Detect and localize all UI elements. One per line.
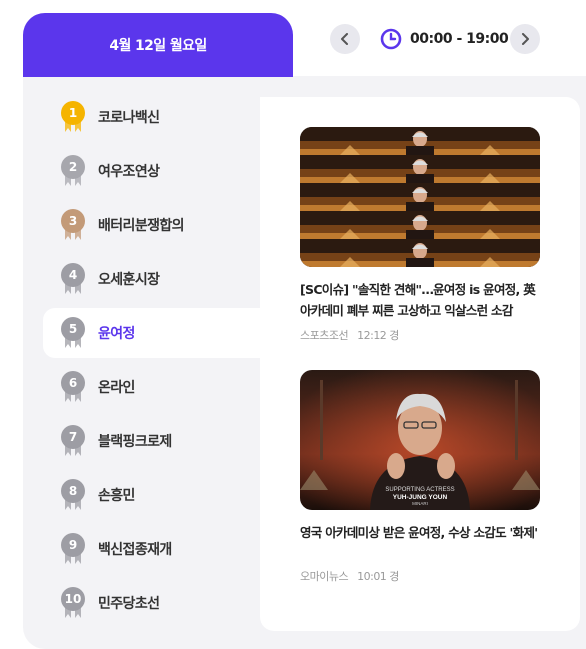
ranking-label: 블랙핑크로제	[98, 434, 172, 450]
ranking-item[interactable]: 6 온라인	[43, 362, 260, 412]
ranking-label: 배터리분쟁합의	[98, 218, 185, 234]
rank-number: 10	[61, 587, 85, 611]
ranking-label: 손흥민	[98, 488, 135, 504]
rank-number: 7	[61, 425, 85, 449]
ranking-label: 온라인	[98, 380, 135, 396]
article-headline[interactable]: 영국 아카데미상 받은 윤여정, 수상 소감도 '화제'	[300, 522, 540, 543]
ranking-label: 민주당초선	[98, 596, 160, 612]
thumbnail-caption-3: MINARI	[412, 501, 428, 506]
rank-number: 6	[61, 371, 85, 395]
rank-medal-icon: 7	[60, 425, 88, 457]
date-label: 4월 12일 월요일	[109, 38, 207, 54]
rank-medal-icon: 1	[60, 101, 88, 133]
rank-number: 2	[61, 155, 85, 179]
rank-number: 1	[61, 101, 85, 125]
clock-icon	[380, 28, 402, 50]
rank-medal-icon: 9	[60, 533, 88, 565]
rank-number: 8	[61, 479, 85, 503]
article-source: 스포츠조선	[300, 329, 349, 342]
ranking-label: 여우조연상	[98, 164, 160, 180]
ranking-label: 백신접종재개	[98, 542, 172, 558]
ranking-list: 1 코로나백신 2 여우조연상 3 배터리분쟁합의 4 오세훈시장 5 윤여정 6 온라인 7 블랙핑크로…	[43, 92, 263, 632]
ranking-item[interactable]: 1 코로나백신	[43, 92, 260, 142]
ranking-item[interactable]: 8 손흥민	[43, 470, 260, 520]
article-meta: 오마이뉴스 10:01 경	[300, 568, 540, 584]
article-source: 오마이뉴스	[300, 570, 349, 583]
ranking-label: 윤여정	[98, 326, 135, 342]
ranking-item[interactable]: 10 민주당초선	[43, 578, 260, 628]
ranking-item[interactable]: 9 백신접종재개	[43, 524, 260, 574]
article-meta: 스포츠조선 12:12 경	[300, 327, 540, 343]
chevron-left-icon	[341, 33, 348, 45]
article-time: 12:12 경	[357, 329, 399, 342]
ranking-item[interactable]: 7 블랙핑크로제	[43, 416, 260, 466]
ranking-item[interactable]: 4 오세훈시장	[43, 254, 260, 304]
article-thumbnail[interactable]: SUPPORTING ACTRESS YUH-JUNG YOUN MINARI	[300, 370, 540, 510]
ranking-item[interactable]: 2 여우조연상	[43, 146, 260, 196]
rank-medal-icon: 8	[60, 479, 88, 511]
next-time-button[interactable]	[510, 24, 540, 54]
prev-time-button[interactable]	[330, 24, 360, 54]
time-navigator: 00:00 - 19:00	[330, 24, 546, 54]
article-item[interactable]: SUPPORTING ACTRESS YUH-JUNG YOUN MINARI …	[300, 370, 540, 584]
article-headline[interactable]: [SC이슈] "솔직한 견해"…윤여정 is 윤여정, 英아카데미 폐부 찌른 …	[300, 279, 540, 321]
article-time: 10:01 경	[357, 570, 399, 583]
rank-medal-icon: 6	[60, 371, 88, 403]
rank-medal-icon: 2	[60, 155, 88, 187]
rank-medal-icon: 4	[60, 263, 88, 295]
article-item[interactable]: [SC이슈] "솔직한 견해"…윤여정 is 윤여정, 英아카데미 폐부 찌른 …	[300, 127, 540, 343]
rank-medal-icon: 3	[60, 209, 88, 241]
article-thumbnail[interactable]	[300, 127, 540, 267]
rank-number: 9	[61, 533, 85, 557]
rank-medal-icon: 10	[60, 587, 88, 619]
chevron-right-icon	[522, 33, 529, 45]
ranking-label: 코로나백신	[98, 110, 160, 126]
ranking-item[interactable]: 3 배터리분쟁합의	[43, 200, 260, 250]
date-tab: 4월 12일 월요일	[23, 13, 293, 77]
rank-number: 3	[61, 209, 85, 233]
thumbnail-caption-1: SUPPORTING ACTRESS	[385, 487, 454, 493]
rank-number: 5	[61, 317, 85, 341]
ranking-label: 오세훈시장	[98, 272, 160, 288]
thumbnail-caption-2: YUH-JUNG YOUN	[393, 494, 448, 501]
time-range: 00:00 - 19:00	[410, 31, 509, 47]
rank-number: 4	[61, 263, 85, 287]
ranking-item[interactable]: 5 윤여정	[43, 308, 263, 358]
rank-medal-icon: 5	[60, 317, 88, 349]
article-card: [SC이슈] "솔직한 견해"…윤여정 is 윤여정, 英아카데미 폐부 찌른 …	[260, 97, 580, 631]
